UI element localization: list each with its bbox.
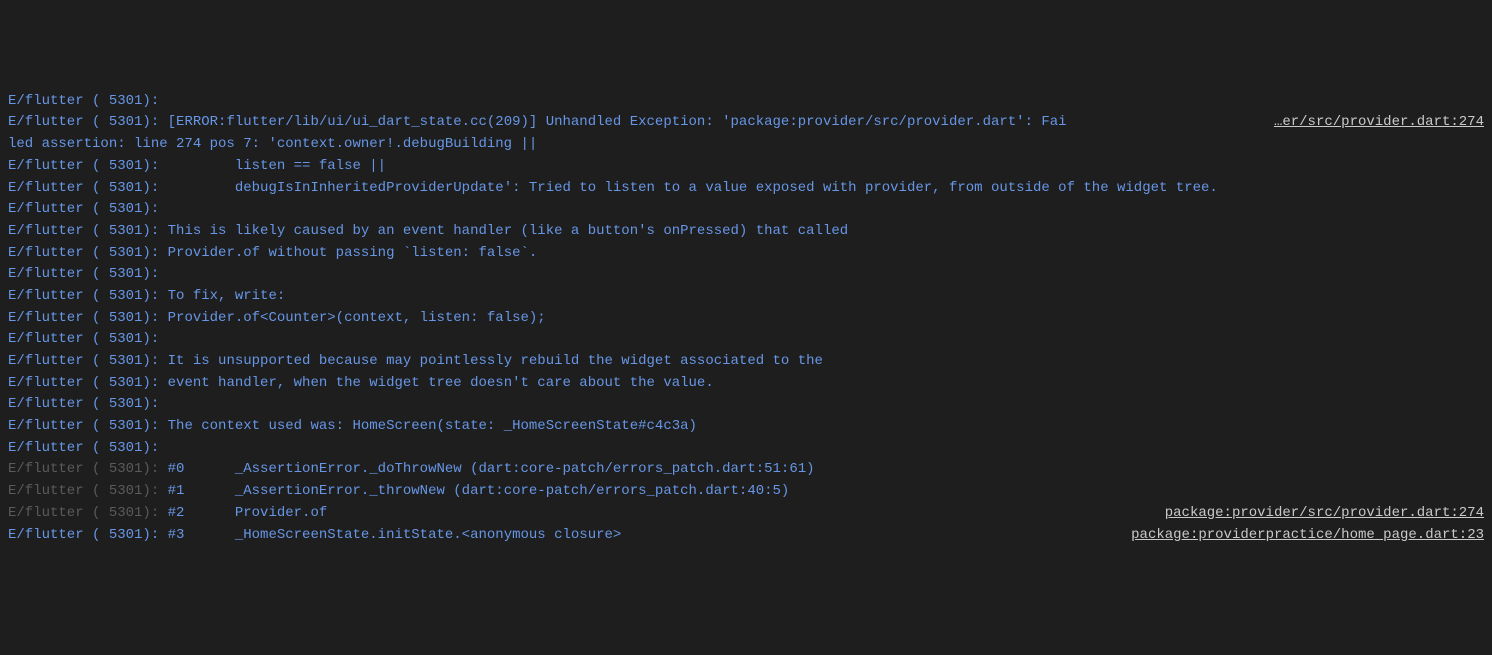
log-prefix: E/flutter ( 5301): (8, 266, 159, 282)
log-text: E/flutter ( 5301): #1 _AssertionError._t… (8, 481, 1484, 503)
log-prefix: E/flutter ( 5301): (8, 331, 159, 347)
console-line: E/flutter ( 5301): event handler, when t… (8, 373, 1484, 395)
source-link[interactable]: package:providerpractice/home_page.dart:… (1115, 525, 1484, 547)
console-line: E/flutter ( 5301): To fix, write: (8, 286, 1484, 308)
log-text: E/flutter ( 5301): debugIsInInheritedPro… (8, 178, 1484, 200)
console-line: E/flutter ( 5301): Provider.of without p… (8, 243, 1484, 265)
log-text: E/flutter ( 5301): listen == false || (8, 156, 1484, 178)
console-line: E/flutter ( 5301): (8, 329, 1484, 351)
log-text: E/flutter ( 5301): It is unsupported bec… (8, 351, 1484, 373)
console-line: E/flutter ( 5301): #2 Provider.ofpackage… (8, 503, 1484, 525)
log-message: It is unsupported because may pointlessl… (159, 353, 823, 369)
log-prefix: E/flutter ( 5301): (8, 505, 159, 521)
log-text: E/flutter ( 5301): (8, 438, 1484, 460)
log-text: led assertion: line 274 pos 7: 'context.… (8, 134, 1484, 156)
source-link[interactable]: …er/src/provider.dart:274 (1258, 112, 1484, 134)
log-prefix: E/flutter ( 5301): (8, 245, 159, 261)
log-message: This is likely caused by an event handle… (159, 223, 848, 239)
log-prefix: E/flutter ( 5301): (8, 461, 159, 477)
log-message (159, 266, 167, 282)
log-message: #1 _AssertionError._throwNew (dart:core-… (159, 483, 789, 499)
console-line: E/flutter ( 5301): #3 _HomeScreenState.i… (8, 525, 1484, 547)
log-message (159, 93, 167, 109)
log-message (159, 440, 167, 456)
log-message: [ERROR:flutter/lib/ui/ui_dart_state.cc(2… (159, 114, 1066, 130)
log-text: E/flutter ( 5301): The context used was:… (8, 416, 1484, 438)
log-prefix: E/flutter ( 5301): (8, 527, 159, 543)
console-line: E/flutter ( 5301): It is unsupported bec… (8, 351, 1484, 373)
log-text: E/flutter ( 5301): To fix, write: (8, 286, 1484, 308)
console-line: E/flutter ( 5301): #1 _AssertionError._t… (8, 481, 1484, 503)
log-prefix: E/flutter ( 5301): (8, 114, 159, 130)
log-prefix: E/flutter ( 5301): (8, 180, 159, 196)
log-prefix: E/flutter ( 5301): (8, 201, 159, 217)
console-line: E/flutter ( 5301): (8, 394, 1484, 416)
log-prefix: E/flutter ( 5301): (8, 418, 159, 434)
log-text: E/flutter ( 5301): [ERROR:flutter/lib/ui… (8, 112, 1258, 134)
log-prefix: E/flutter ( 5301): (8, 288, 159, 304)
log-prefix: E/flutter ( 5301): (8, 93, 159, 109)
log-text: E/flutter ( 5301): Provider.of<Counter>(… (8, 308, 1484, 330)
console-line: led assertion: line 274 pos 7: 'context.… (8, 134, 1484, 156)
console-line: E/flutter ( 5301): (8, 264, 1484, 286)
log-text: E/flutter ( 5301): (8, 394, 1484, 416)
log-prefix: E/flutter ( 5301): (8, 310, 159, 326)
console-line: E/flutter ( 5301): (8, 91, 1484, 113)
source-link[interactable]: package:provider/src/provider.dart:274 (1149, 503, 1484, 525)
log-text: E/flutter ( 5301): #3 _HomeScreenState.i… (8, 525, 1115, 547)
log-message: event handler, when the widget tree does… (159, 375, 714, 391)
console-line: E/flutter ( 5301): listen == false || (8, 156, 1484, 178)
console-line: E/flutter ( 5301): The context used was:… (8, 416, 1484, 438)
debug-console: E/flutter ( 5301): E/flutter ( 5301): [E… (8, 91, 1484, 546)
log-message (159, 331, 167, 347)
console-line: E/flutter ( 5301): #0 _AssertionError._d… (8, 459, 1484, 481)
console-line: E/flutter ( 5301): (8, 438, 1484, 460)
log-message: #2 Provider.of (159, 505, 327, 521)
log-prefix: E/flutter ( 5301): (8, 483, 159, 499)
console-line: E/flutter ( 5301): [ERROR:flutter/lib/ui… (8, 112, 1484, 134)
log-text: E/flutter ( 5301): #2 Provider.of (8, 503, 1149, 525)
log-message (159, 396, 167, 412)
console-line: E/flutter ( 5301): (8, 199, 1484, 221)
log-message: #3 _HomeScreenState.initState.<anonymous… (159, 527, 621, 543)
log-message: debugIsInInheritedProviderUpdate': Tried… (159, 180, 1218, 196)
log-message: The context used was: HomeScreen(state: … (159, 418, 697, 434)
log-message: #0 _AssertionError._doThrowNew (dart:cor… (159, 461, 814, 477)
log-message: To fix, write: (159, 288, 285, 304)
log-prefix: E/flutter ( 5301): (8, 353, 159, 369)
log-text: E/flutter ( 5301): This is likely caused… (8, 221, 1484, 243)
log-prefix: E/flutter ( 5301): (8, 440, 159, 456)
log-text: E/flutter ( 5301): event handler, when t… (8, 373, 1484, 395)
log-text: E/flutter ( 5301): (8, 199, 1484, 221)
log-text: E/flutter ( 5301): (8, 329, 1484, 351)
console-line: E/flutter ( 5301): Provider.of<Counter>(… (8, 308, 1484, 330)
console-line: E/flutter ( 5301): debugIsInInheritedPro… (8, 178, 1484, 200)
log-message: listen == false || (159, 158, 386, 174)
log-text: E/flutter ( 5301): Provider.of without p… (8, 243, 1484, 265)
log-text: E/flutter ( 5301): (8, 91, 1484, 113)
log-prefix: E/flutter ( 5301): (8, 396, 159, 412)
log-prefix: E/flutter ( 5301): (8, 223, 159, 239)
log-text: E/flutter ( 5301): (8, 264, 1484, 286)
log-prefix: E/flutter ( 5301): (8, 375, 159, 391)
log-message (159, 201, 167, 217)
log-message: led assertion: line 274 pos 7: 'context.… (8, 136, 537, 152)
log-message: Provider.of<Counter>(context, listen: fa… (159, 310, 545, 326)
log-text: E/flutter ( 5301): #0 _AssertionError._d… (8, 459, 1484, 481)
log-message: Provider.of without passing `listen: fal… (159, 245, 537, 261)
console-line: E/flutter ( 5301): This is likely caused… (8, 221, 1484, 243)
log-prefix: E/flutter ( 5301): (8, 158, 159, 174)
